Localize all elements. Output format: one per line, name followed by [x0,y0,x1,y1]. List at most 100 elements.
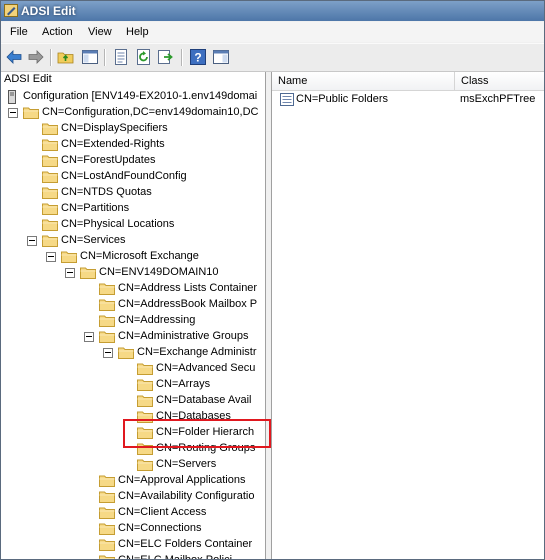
tree-item-label: CN=Client Access [118,506,207,518]
tree-item-label: CN=Microsoft Exchange [80,250,199,262]
tree-item[interactable]: CN=Services [1,233,265,249]
show-hide-tree-icon[interactable] [81,48,99,66]
tree-item-label: CN=AddressBook Mailbox P [118,298,258,310]
tree-item[interactable]: CN=LostAndFoundConfig [1,169,265,185]
adsi-edit-window: ADSI Edit File Action View Help ? ADSI E… [0,0,545,560]
tree-item[interactable]: CN=Partitions [1,201,265,217]
properties-icon[interactable] [112,48,130,66]
folder-icon [99,331,115,343]
folder-icon [80,267,96,279]
tree-pane[interactable]: ADSI Edit Configuration [ENV149-EX2010-1… [1,72,266,559]
tree-item[interactable]: CN=Availability Configuratio [1,489,265,505]
menu-file[interactable]: File [10,26,28,38]
folder-icon [61,251,77,263]
tree-item[interactable]: CN=Configuration,DC=env149domain10,DC [1,105,265,121]
tree-item[interactable]: CN=DisplaySpecifiers [1,121,265,137]
server-icon [8,90,16,104]
tree-item[interactable]: CN=Database Avail [1,393,265,409]
folder-icon [137,459,153,471]
window-title: ADSI Edit [21,4,76,18]
folder-icon [137,363,153,375]
folder-icon [137,379,153,391]
tree-item[interactable]: CN=Extended-Rights [1,137,265,153]
collapse-toggle[interactable] [8,108,18,118]
tree-item-label: CN=Administrative Groups [118,330,249,342]
tree-item-label: CN=Database Avail [156,394,252,406]
tree-item[interactable]: CN=Advanced Secu [1,361,265,377]
tree-item-label: CN=Arrays [156,378,211,390]
menu-view[interactable]: View [88,26,112,38]
tree-item[interactable]: CN=Address Lists Container [1,281,265,297]
help-icon[interactable]: ? [189,48,207,66]
back-arrow-icon[interactable] [5,48,23,66]
menu-action[interactable]: Action [42,26,73,38]
folder-icon [42,155,58,167]
tree-item-label: CN=Servers [156,458,217,470]
folder-icon [42,235,58,247]
show-hide-action-pane-icon[interactable] [212,48,230,66]
folder-icon [42,219,58,231]
tree-item-label: CN=NTDS Quotas [61,186,152,198]
tree-item[interactable]: CN=Arrays [1,377,265,393]
highlight-rectangle [123,419,271,448]
folder-icon [99,299,115,311]
tree-item-label: CN=Partitions [61,202,130,214]
folder-icon [42,203,58,215]
export-list-icon[interactable] [157,48,175,66]
tree-item[interactable]: CN=Microsoft Exchange [1,249,265,265]
tree-item-label: CN=Configuration,DC=env149domain10,DC [42,106,259,118]
toolbar: ? [1,43,544,72]
tree-item-label: CN=Connections [118,522,202,534]
details-pane[interactable]: Name Class CN=Public Folders msExchPFTre… [271,72,544,559]
menu-help[interactable]: Help [126,26,149,38]
refresh-icon[interactable] [135,48,153,66]
collapse-toggle[interactable] [103,348,113,358]
forward-arrow-icon[interactable] [27,48,45,66]
tree-item[interactable]: CN=Administrative Groups [1,329,265,345]
folder-icon [99,475,115,487]
tree-item-label: Configuration [ENV149-EX2010-1.env149dom… [23,90,258,102]
tree-item[interactable]: Configuration [ENV149-EX2010-1.env149dom… [1,89,265,105]
tree-item[interactable]: CN=Servers [1,457,265,473]
tree-item[interactable]: CN=ForestUpdates [1,153,265,169]
tree-item-label: CN=ELC Mailbox Polici [118,554,232,559]
up-folder-icon[interactable] [57,48,75,66]
tree-item-label: CN=ForestUpdates [61,154,156,166]
tree-item[interactable]: CN=Physical Locations [1,217,265,233]
title-bar: ADSI Edit [1,1,544,21]
collapse-toggle[interactable] [27,236,37,246]
tree-item-label: CN=ENV149DOMAIN10 [99,266,219,278]
collapse-toggle[interactable] [46,252,56,262]
tree-item[interactable]: CN=Approval Applications [1,473,265,489]
tree-item[interactable]: CN=NTDS Quotas [1,185,265,201]
toolbar-separator [181,49,183,66]
tree-item[interactable]: CN=Connections [1,521,265,537]
folder-icon [99,507,115,519]
column-header-class[interactable]: Class [455,72,544,91]
folder-icon [99,283,115,295]
tree-item[interactable]: CN=Client Access [1,505,265,521]
tree-item-label: CN=Availability Configuratio [118,490,255,502]
folder-icon [99,315,115,327]
svg-text:?: ? [194,51,201,65]
tree-item[interactable]: CN=Exchange Administr [1,345,265,361]
toolbar-separator [50,49,52,66]
column-header-name[interactable]: Name [272,72,455,91]
tree-item-label: CN=Advanced Secu [156,362,256,374]
list-item[interactable]: CN=Public Folders msExchPFTree [272,92,544,108]
container-object-icon [280,93,294,106]
collapse-toggle[interactable] [65,268,75,278]
tree-item[interactable]: CN=ELC Folders Container [1,537,265,553]
folder-icon [42,123,58,135]
collapse-toggle[interactable] [84,332,94,342]
tree-item-label: CN=Physical Locations [61,218,175,230]
folder-icon [42,139,58,151]
folder-icon [99,491,115,503]
tree-item-label: CN=Exchange Administr [137,346,257,358]
tree-item[interactable]: CN=Addressing [1,313,265,329]
folder-icon [99,555,115,559]
tree-item[interactable]: CN=ELC Mailbox Polici [1,553,265,559]
folder-icon [99,523,115,535]
tree-item[interactable]: CN=AddressBook Mailbox P [1,297,265,313]
tree-item[interactable]: CN=ENV149DOMAIN10 [1,265,265,281]
